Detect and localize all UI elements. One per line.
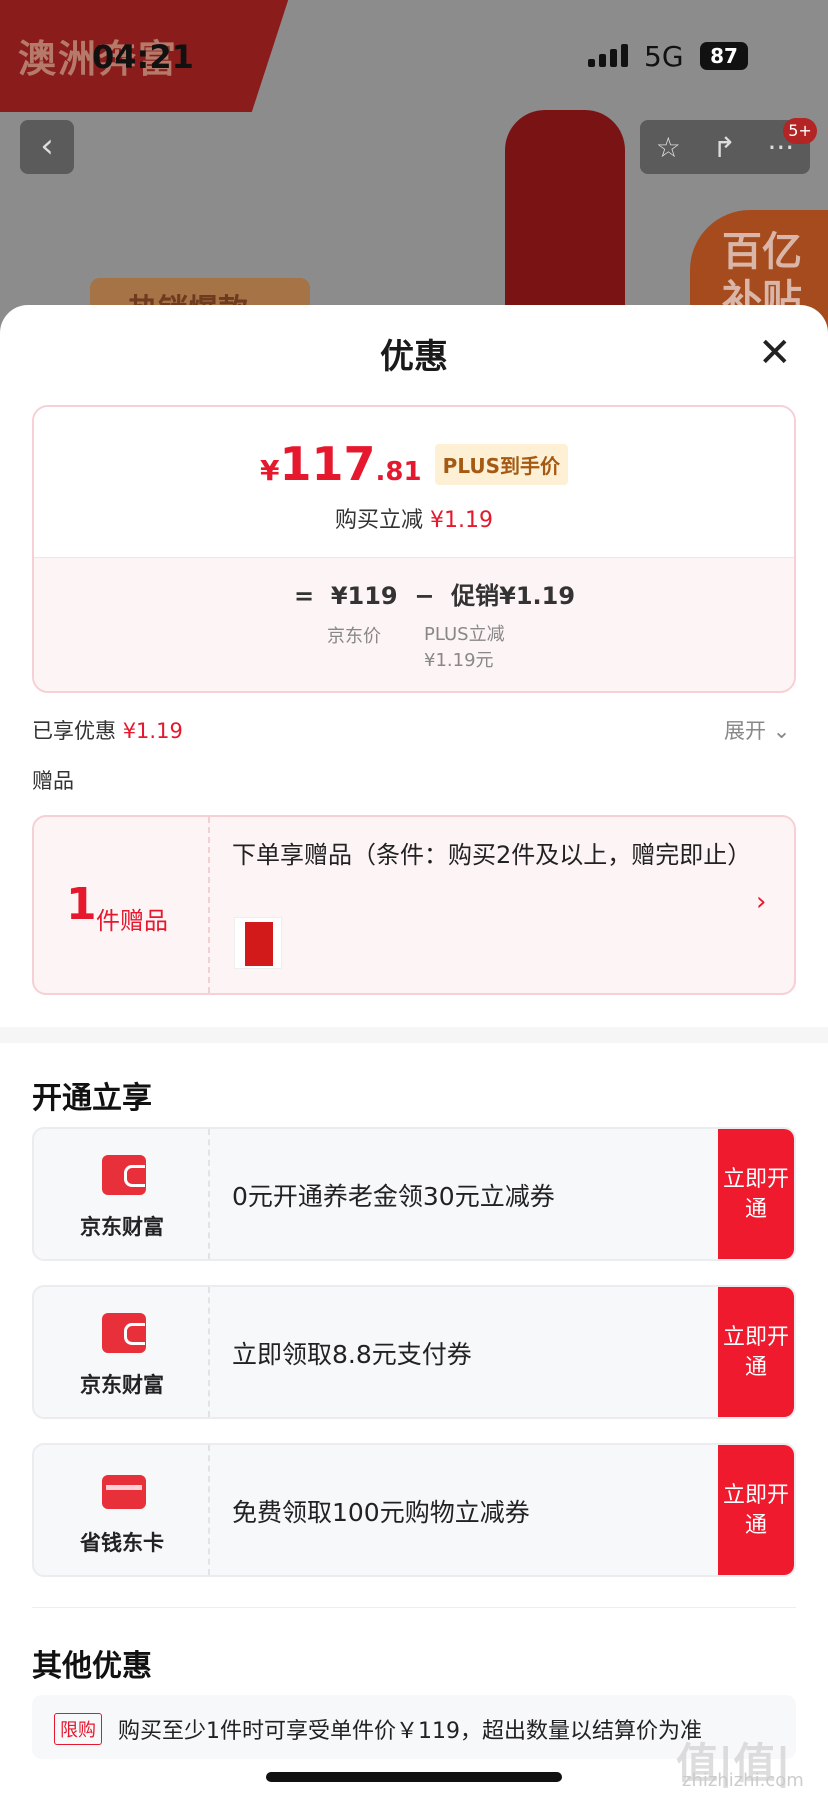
- enjoyed-discount: 已享优惠 ¥1.19: [32, 719, 183, 743]
- offer-provider: 京东财富: [80, 1373, 164, 1397]
- price-line: ¥117.81 PLUS到手价: [34, 437, 794, 491]
- offer-provider: 京东财富: [80, 1215, 164, 1239]
- wallet-icon: [102, 1155, 146, 1195]
- status-time: 04:21: [92, 38, 194, 76]
- open-section-title: 开通立享: [32, 1081, 152, 1116]
- gift-count-label: 件赠品: [96, 907, 168, 935]
- plus-price-tag: PLUS到手价: [434, 443, 568, 485]
- gift-card[interactable]: 1 件赠品 下单享赠品（条件：购买2件及以上，赠完即止） ›: [32, 815, 796, 995]
- offer-text: 0元开通养老金领30元立减券: [232, 1182, 555, 1211]
- signal-icon: [588, 44, 628, 67]
- product-page-background: 澳洲奔富 热销爆款 百亿补贴 04:21 5G 87 ‹ ☆ ↱ ··· 5+: [0, 0, 828, 340]
- plus-reduce-label: PLUS立减 ¥1.19元: [424, 624, 505, 671]
- open-now-button[interactable]: 立即开通: [718, 1287, 794, 1417]
- battery-icon: 87: [700, 42, 748, 70]
- offer-text: 立即领取8.8元支付券: [232, 1340, 472, 1369]
- jd-price-label: 京东价: [327, 626, 381, 647]
- back-button[interactable]: ‹: [20, 120, 74, 174]
- chevron-down-icon: ⌄: [772, 719, 791, 743]
- open-now-button[interactable]: 立即开通: [718, 1129, 794, 1259]
- price-breakdown: = ¥119 − 促销¥1.19 京东价 PLUS立减 ¥1.19元: [34, 557, 794, 691]
- price-formula: = ¥119 − 促销¥1.19: [294, 582, 576, 610]
- network-type: 5G: [644, 40, 684, 73]
- price-card: ¥117.81 PLUS到手价 购买立减 ¥1.19 = ¥119 − 促销¥1…: [32, 405, 796, 693]
- instant-discount: 购买立减 ¥1.19: [335, 508, 493, 533]
- offer-card: 京东财富 0元开通养老金领30元立减券 立即开通: [32, 1127, 796, 1261]
- expand-button[interactable]: 展开 ⌄: [724, 715, 790, 745]
- open-now-button[interactable]: 立即开通: [718, 1445, 794, 1575]
- offer-card: 京东财富 立即领取8.8元支付券 立即开通: [32, 1285, 796, 1419]
- price-summary: ¥117.81 PLUS到手价 购买立减 ¥1.19: [34, 407, 794, 557]
- other-section-title: 其他优惠: [32, 1649, 152, 1684]
- discount-sheet: 优惠 ✕ ¥117.81 PLUS到手价 购买立减 ¥1.19 = ¥119 −…: [0, 305, 828, 1795]
- card-icon: [102, 1475, 146, 1509]
- divider: [32, 1607, 796, 1608]
- offer-card: 省钱东卡 免费领取100元购物立减券 立即开通: [32, 1443, 796, 1577]
- star-icon[interactable]: ☆: [656, 131, 681, 164]
- share-icon[interactable]: ↱: [712, 131, 735, 164]
- gift-count-box: 1 件赠品: [34, 817, 210, 993]
- gift-thumbnail: [234, 917, 282, 969]
- gift-description: 下单享赠品（条件：购买2件及以上，赠完即止）: [232, 841, 752, 869]
- gift-count: 1: [66, 879, 97, 930]
- final-price: ¥117.81: [259, 437, 422, 491]
- gift-heading: 赠品: [32, 769, 74, 793]
- notification-badge: 5+: [783, 118, 817, 144]
- close-icon[interactable]: ✕: [758, 333, 792, 373]
- wallet-icon: [102, 1313, 146, 1353]
- chevron-right-icon: ›: [756, 887, 767, 917]
- watermark-url: zhizhizhi.com: [682, 1770, 804, 1791]
- offer-provider: 省钱东卡: [80, 1531, 164, 1555]
- limit-tag: 限购: [54, 1713, 102, 1745]
- home-indicator[interactable]: [266, 1772, 562, 1782]
- section-divider: [0, 1027, 828, 1043]
- offer-text: 免费领取100元购物立减券: [232, 1498, 530, 1527]
- sheet-title: 优惠: [380, 337, 448, 377]
